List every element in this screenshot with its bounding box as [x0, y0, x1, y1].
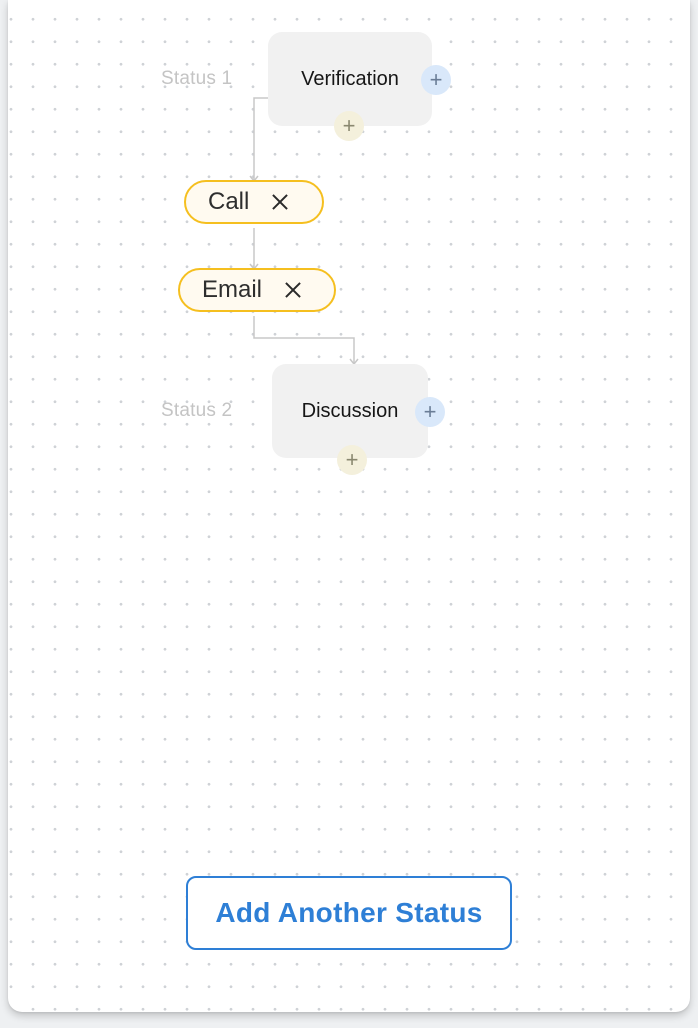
add-branch-button[interactable]: +: [421, 65, 451, 95]
plus-icon: +: [429, 67, 443, 92]
action-pill-call[interactable]: Call: [184, 180, 324, 224]
status-2-label: Status 2: [161, 400, 233, 421]
add-another-status-button[interactable]: Add Another Status: [186, 876, 512, 950]
action-label: Call: [208, 188, 250, 215]
plus-icon: +: [423, 399, 437, 424]
status-1-label: Status 1: [161, 68, 233, 89]
status-name: Discussion: [301, 399, 399, 422]
close-icon[interactable]: [284, 281, 302, 299]
close-icon[interactable]: [271, 193, 289, 211]
workflow-canvas: [8, 0, 690, 1012]
status-box-discussion[interactable]: Discussion: [272, 364, 428, 458]
add-action-button[interactable]: +: [337, 445, 367, 475]
plus-icon: +: [345, 447, 359, 472]
action-pill-email[interactable]: Email: [178, 268, 336, 312]
add-branch-button[interactable]: +: [415, 397, 445, 427]
status-name: Verification: [301, 67, 399, 90]
add-action-button[interactable]: +: [334, 111, 364, 141]
action-label: Email: [202, 276, 263, 303]
plus-icon: +: [342, 113, 356, 138]
